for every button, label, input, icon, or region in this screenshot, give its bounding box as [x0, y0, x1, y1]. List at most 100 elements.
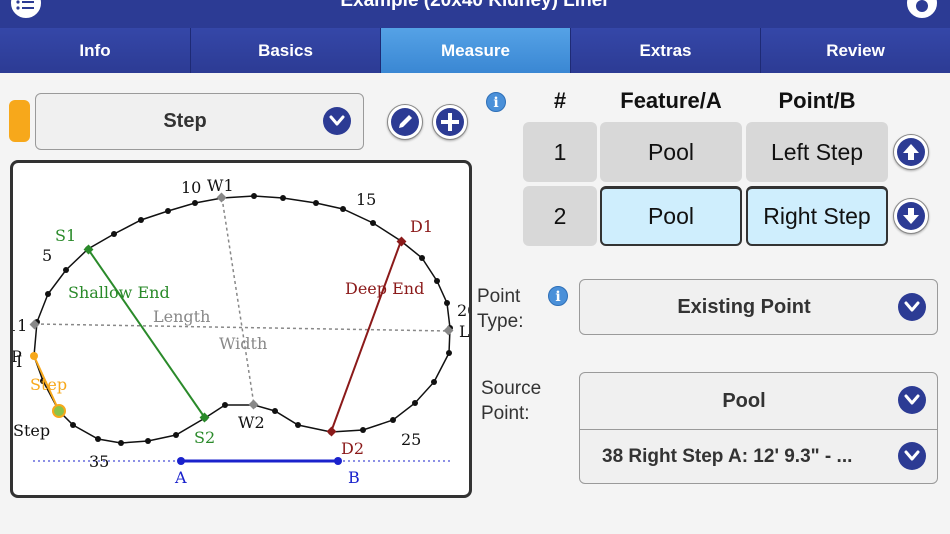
row-1-number[interactable]: 1	[523, 122, 597, 182]
s2-label: S2	[194, 428, 215, 447]
step-black-label: Step	[13, 421, 50, 440]
point-a-label: A	[174, 468, 187, 487]
column-header-number: #	[553, 88, 567, 113]
tab-bar: Info Basics Measure Extras Review	[0, 28, 950, 73]
tab-basics[interactable]: Basics	[191, 28, 381, 73]
help-icon	[916, 0, 928, 12]
edit-button[interactable]	[387, 104, 423, 140]
tab-review[interactable]: Review	[761, 28, 950, 73]
w2-marker[interactable]	[248, 399, 259, 410]
row-1-feature[interactable]: Pool	[600, 122, 742, 182]
perimeter-point[interactable]	[222, 402, 228, 408]
perimeter-point[interactable]	[340, 206, 346, 212]
w2-label: W2	[238, 413, 265, 432]
feature-color-swatch[interactable]	[9, 100, 30, 142]
perimeter-label-25: 25	[401, 430, 421, 449]
perimeter-point[interactable]	[280, 195, 286, 201]
point-b-marker[interactable]	[334, 457, 342, 465]
add-button[interactable]	[432, 104, 468, 140]
perimeter-point[interactable]	[95, 436, 101, 442]
arrow-down-icon	[897, 202, 925, 230]
tab-measure[interactable]: Measure	[381, 28, 571, 73]
step-start-marker[interactable]	[30, 352, 38, 360]
point-type-info-icon[interactable]: i	[548, 286, 568, 306]
plus-icon	[436, 108, 464, 136]
window-title: Example (20x40 Kidney) Liner	[340, 0, 610, 11]
edge-mark-i: I	[16, 352, 22, 371]
d2-label: D2	[341, 439, 364, 458]
perimeter-point[interactable]	[145, 438, 151, 444]
perimeter-point[interactable]	[192, 200, 198, 206]
perimeter-point[interactable]	[419, 255, 425, 261]
perimeter-point[interactable]	[360, 427, 366, 433]
row-1-point[interactable]: Left Step	[746, 122, 888, 182]
perimeter-point[interactable]	[446, 350, 452, 356]
perimeter-point[interactable]	[173, 432, 179, 438]
source-point-value: Pool	[722, 389, 766, 412]
perimeter-point[interactable]	[370, 220, 376, 226]
perimeter-point[interactable]	[70, 422, 76, 428]
perimeter-point[interactable]	[295, 422, 301, 428]
move-up-button[interactable]	[893, 134, 929, 170]
pool-diagram[interactable]: 10 W1 15 D1 S1 5 Shallow End Deep End Le…	[10, 160, 472, 498]
width-label: Width	[219, 334, 267, 353]
length-label: Length	[153, 307, 210, 326]
column-header-feature: Feature/A	[620, 88, 722, 113]
perimeter-point[interactable]	[118, 440, 124, 446]
point-type-select[interactable]: Existing Point	[579, 279, 938, 335]
tab-extras[interactable]: Extras	[571, 28, 761, 73]
perimeter-label-35: 35	[89, 452, 109, 471]
perimeter-point[interactable]	[412, 400, 418, 406]
chevron-down-icon	[898, 442, 926, 470]
step-end-marker[interactable]	[52, 404, 66, 418]
row-2-point[interactable]: Right Step	[746, 186, 888, 246]
perimeter-point[interactable]	[63, 267, 69, 273]
point-type-value: Existing Point	[677, 295, 811, 318]
pencil-icon	[391, 108, 419, 136]
perimeter-point[interactable]	[138, 217, 144, 223]
tab-info[interactable]: Info	[0, 28, 191, 73]
perimeter-point[interactable]	[165, 208, 171, 214]
perimeter-point[interactable]	[111, 231, 117, 237]
width-line	[221, 197, 255, 406]
perimeter-point[interactable]	[45, 291, 51, 297]
perimeter-point[interactable]	[434, 278, 440, 284]
perimeter-point[interactable]	[251, 193, 257, 199]
deep-end-label: Deep End	[345, 279, 424, 298]
step-orange-label: Step	[30, 375, 67, 394]
pool-outline	[33, 195, 451, 444]
source-point-group: Pool 38 Right Step A: 12' 9.3" - ...	[579, 372, 938, 484]
title-bar: Example (20x40 Kidney) Liner	[0, 0, 950, 28]
row-2-feature[interactable]: Pool	[600, 186, 742, 246]
point-b-label: B	[348, 468, 360, 487]
chevron-down-icon	[323, 107, 351, 135]
shallow-end-label: Shallow End	[68, 283, 170, 302]
source-point-detail-select[interactable]: 38 Right Step A: 12' 9.3" - ...	[580, 429, 937, 484]
perimeter-label-10: 10	[181, 178, 201, 197]
chevron-down-icon	[898, 386, 926, 414]
shallow-end-line	[87, 248, 206, 419]
point-a-marker[interactable]	[177, 457, 185, 465]
chevron-down-icon	[898, 293, 926, 321]
perimeter-point[interactable]	[431, 379, 437, 385]
perimeter-point[interactable]	[390, 417, 396, 423]
w1-label: W1	[207, 176, 234, 195]
d2-marker[interactable]	[326, 426, 337, 437]
column-header-point: Point/B	[778, 88, 856, 113]
deep-end-line	[330, 240, 402, 433]
source-point-detail: 38 Right Step A: 12' 9.3" - ...	[602, 445, 853, 467]
row-2-number[interactable]: 2	[523, 186, 597, 246]
pool-perimeter	[31, 193, 453, 446]
source-point-select[interactable]: Pool	[580, 373, 937, 429]
perimeter-label-20: 20	[457, 301, 469, 320]
move-down-button[interactable]	[893, 198, 929, 234]
perimeter-point[interactable]	[313, 200, 319, 206]
perimeter-point[interactable]	[272, 408, 278, 414]
info-icon[interactable]: i	[486, 92, 506, 112]
feature-select[interactable]: Step	[35, 93, 364, 150]
arrow-up-icon	[897, 138, 925, 166]
point-type-label: Point Type:	[477, 286, 524, 332]
help-button[interactable]	[905, 0, 939, 20]
perimeter-label-11: 11	[13, 316, 27, 335]
perimeter-point[interactable]	[444, 300, 450, 306]
